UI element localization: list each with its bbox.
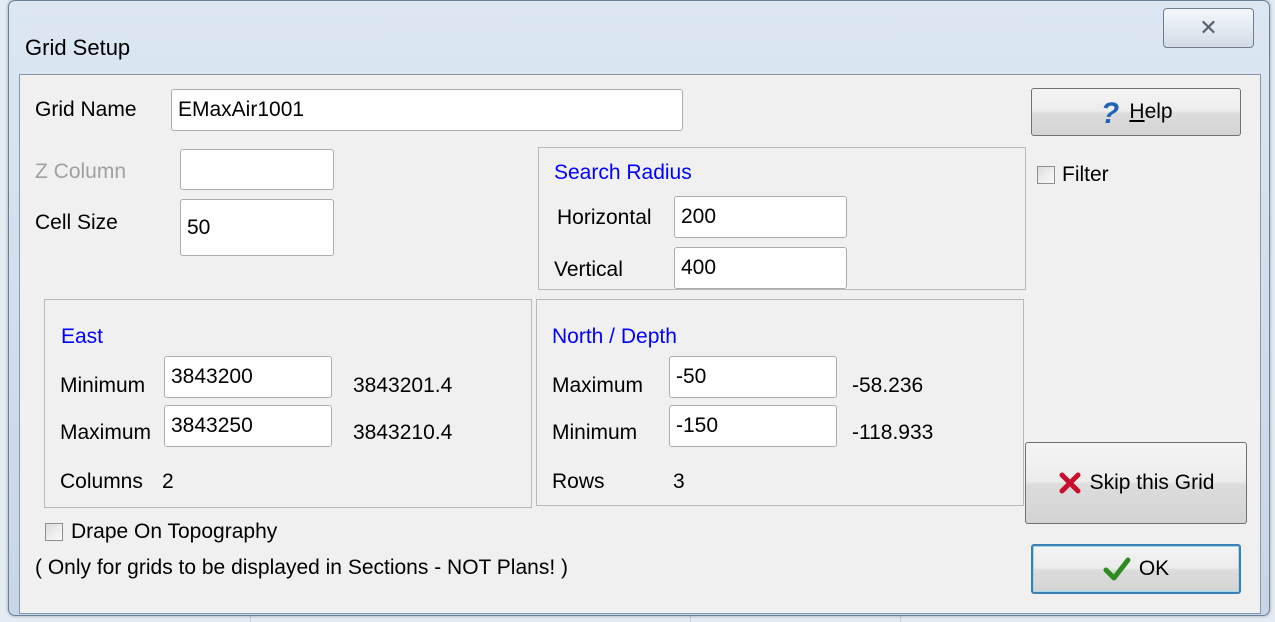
north-minimum-input[interactable] [669, 405, 837, 447]
rows-value: 3 [673, 470, 685, 493]
north-minimum-label: Minimum [552, 421, 638, 444]
vertical-label: Vertical [554, 258, 623, 281]
filter-checkbox[interactable] [1037, 166, 1055, 184]
skip-grid-label: Skip this Grid [1089, 471, 1215, 494]
east-group: East Minimum 3843201.4 Maximum 3843210.4… [44, 299, 532, 508]
north-maximum-computed: -58.236 [852, 374, 924, 397]
north-depth-group: North / Depth Maximum -58.236 Minimum -1… [536, 299, 1024, 506]
dialog-body: Grid Name Z Column Cell Size Search Radi… [19, 74, 1261, 614]
close-icon: ✕ [1199, 15, 1218, 40]
east-title: East [61, 325, 104, 348]
horizontal-radius-input[interactable] [674, 196, 847, 238]
north-depth-title: North / Depth [552, 325, 677, 348]
east-minimum-input[interactable] [164, 356, 332, 398]
red-x-icon [1059, 472, 1081, 494]
green-check-icon [1103, 557, 1131, 581]
cell-size-input[interactable] [180, 199, 334, 256]
grid-name-label: Grid Name [35, 98, 137, 121]
east-maximum-computed: 3843210.4 [353, 421, 453, 444]
dialog-title: Grid Setup [25, 35, 131, 60]
vertical-radius-input[interactable] [674, 247, 847, 289]
cell-size-label: Cell Size [35, 211, 118, 234]
grid-setup-dialog: Grid Setup ✕ Grid Name Z Column Cell Siz… [8, 0, 1270, 616]
help-button[interactable]: ? Help [1031, 88, 1241, 136]
drape-checkbox[interactable] [45, 523, 63, 541]
close-button[interactable]: ✕ [1163, 8, 1254, 48]
svg-text:?: ? [1101, 97, 1119, 127]
search-radius-title: Search Radius [554, 161, 692, 184]
north-maximum-input[interactable] [669, 356, 837, 398]
help-label: Help [1129, 100, 1173, 123]
east-minimum-label: Minimum [60, 374, 146, 397]
grid-name-input[interactable] [171, 89, 683, 131]
ok-label: OK [1138, 557, 1170, 580]
east-maximum-label: Maximum [60, 421, 152, 444]
sections-note: ( Only for grids to be displayed in Sect… [35, 556, 568, 579]
rows-label: Rows [552, 470, 605, 493]
east-maximum-input[interactable] [164, 405, 332, 447]
columns-value: 2 [162, 470, 174, 493]
drape-label[interactable]: Drape On Topography [71, 520, 277, 544]
search-radius-group: Search Radius Horizontal Vertical [538, 147, 1026, 290]
columns-label: Columns [60, 470, 143, 493]
filter-label[interactable]: Filter [1062, 163, 1109, 187]
z-column-label: Z Column [35, 160, 127, 183]
title-bar[interactable]: Grid Setup ✕ [9, 1, 1269, 73]
question-icon: ? [1101, 97, 1119, 127]
z-column-input[interactable] [180, 149, 334, 190]
north-minimum-computed: -118.933 [852, 421, 934, 444]
horizontal-label: Horizontal [557, 206, 652, 229]
east-minimum-computed: 3843201.4 [353, 374, 453, 397]
north-maximum-label: Maximum [552, 374, 644, 397]
skip-grid-button[interactable]: Skip this Grid [1025, 442, 1247, 524]
ok-button[interactable]: OK [1031, 544, 1241, 594]
